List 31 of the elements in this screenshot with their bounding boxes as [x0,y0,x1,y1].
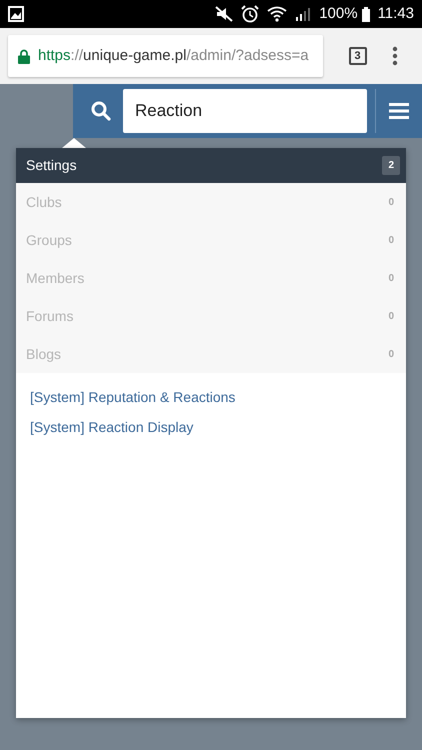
more-options-icon[interactable] [392,46,398,66]
tab-count[interactable]: 3 [348,47,366,65]
battery-percentage: 100% [319,4,358,24]
result-count: 0 [387,196,395,210]
battery-icon [362,6,370,22]
category-label: Groups [26,230,72,250]
search-icon[interactable] [91,101,111,121]
category-label: Forums [26,306,74,326]
result-count: 0 [387,348,395,362]
image-icon [8,6,24,22]
result-count: 0 [387,234,395,248]
signal-icon [295,7,312,21]
address-bar[interactable]: https://unique-game.pl/admin/?adsess=a [8,35,323,77]
clock-time: 11:43 [378,4,414,24]
mute-icon [215,6,234,22]
result-count: 2 [382,156,400,175]
category-label: Clubs [26,192,62,212]
lock-icon [18,48,30,64]
category-label: Settings [26,156,77,175]
menu-icon[interactable] [389,103,409,119]
category-label: Members [26,268,84,288]
category-tab[interactable]: Settings 2 [16,148,406,183]
result-link[interactable]: [System] Reaction Display [30,413,194,443]
alarm-icon [241,5,260,23]
url-text: https://unique-game.pl/admin/?adsess=a [38,46,309,66]
result-count: 0 [387,310,395,324]
result-count: 0 [387,272,395,286]
search-field[interactable]: Reaction [123,89,367,133]
result-link[interactable]: [System] Reputation & Reactions [30,383,236,413]
category-label: Blogs [26,344,62,364]
wifi-icon [267,6,288,22]
